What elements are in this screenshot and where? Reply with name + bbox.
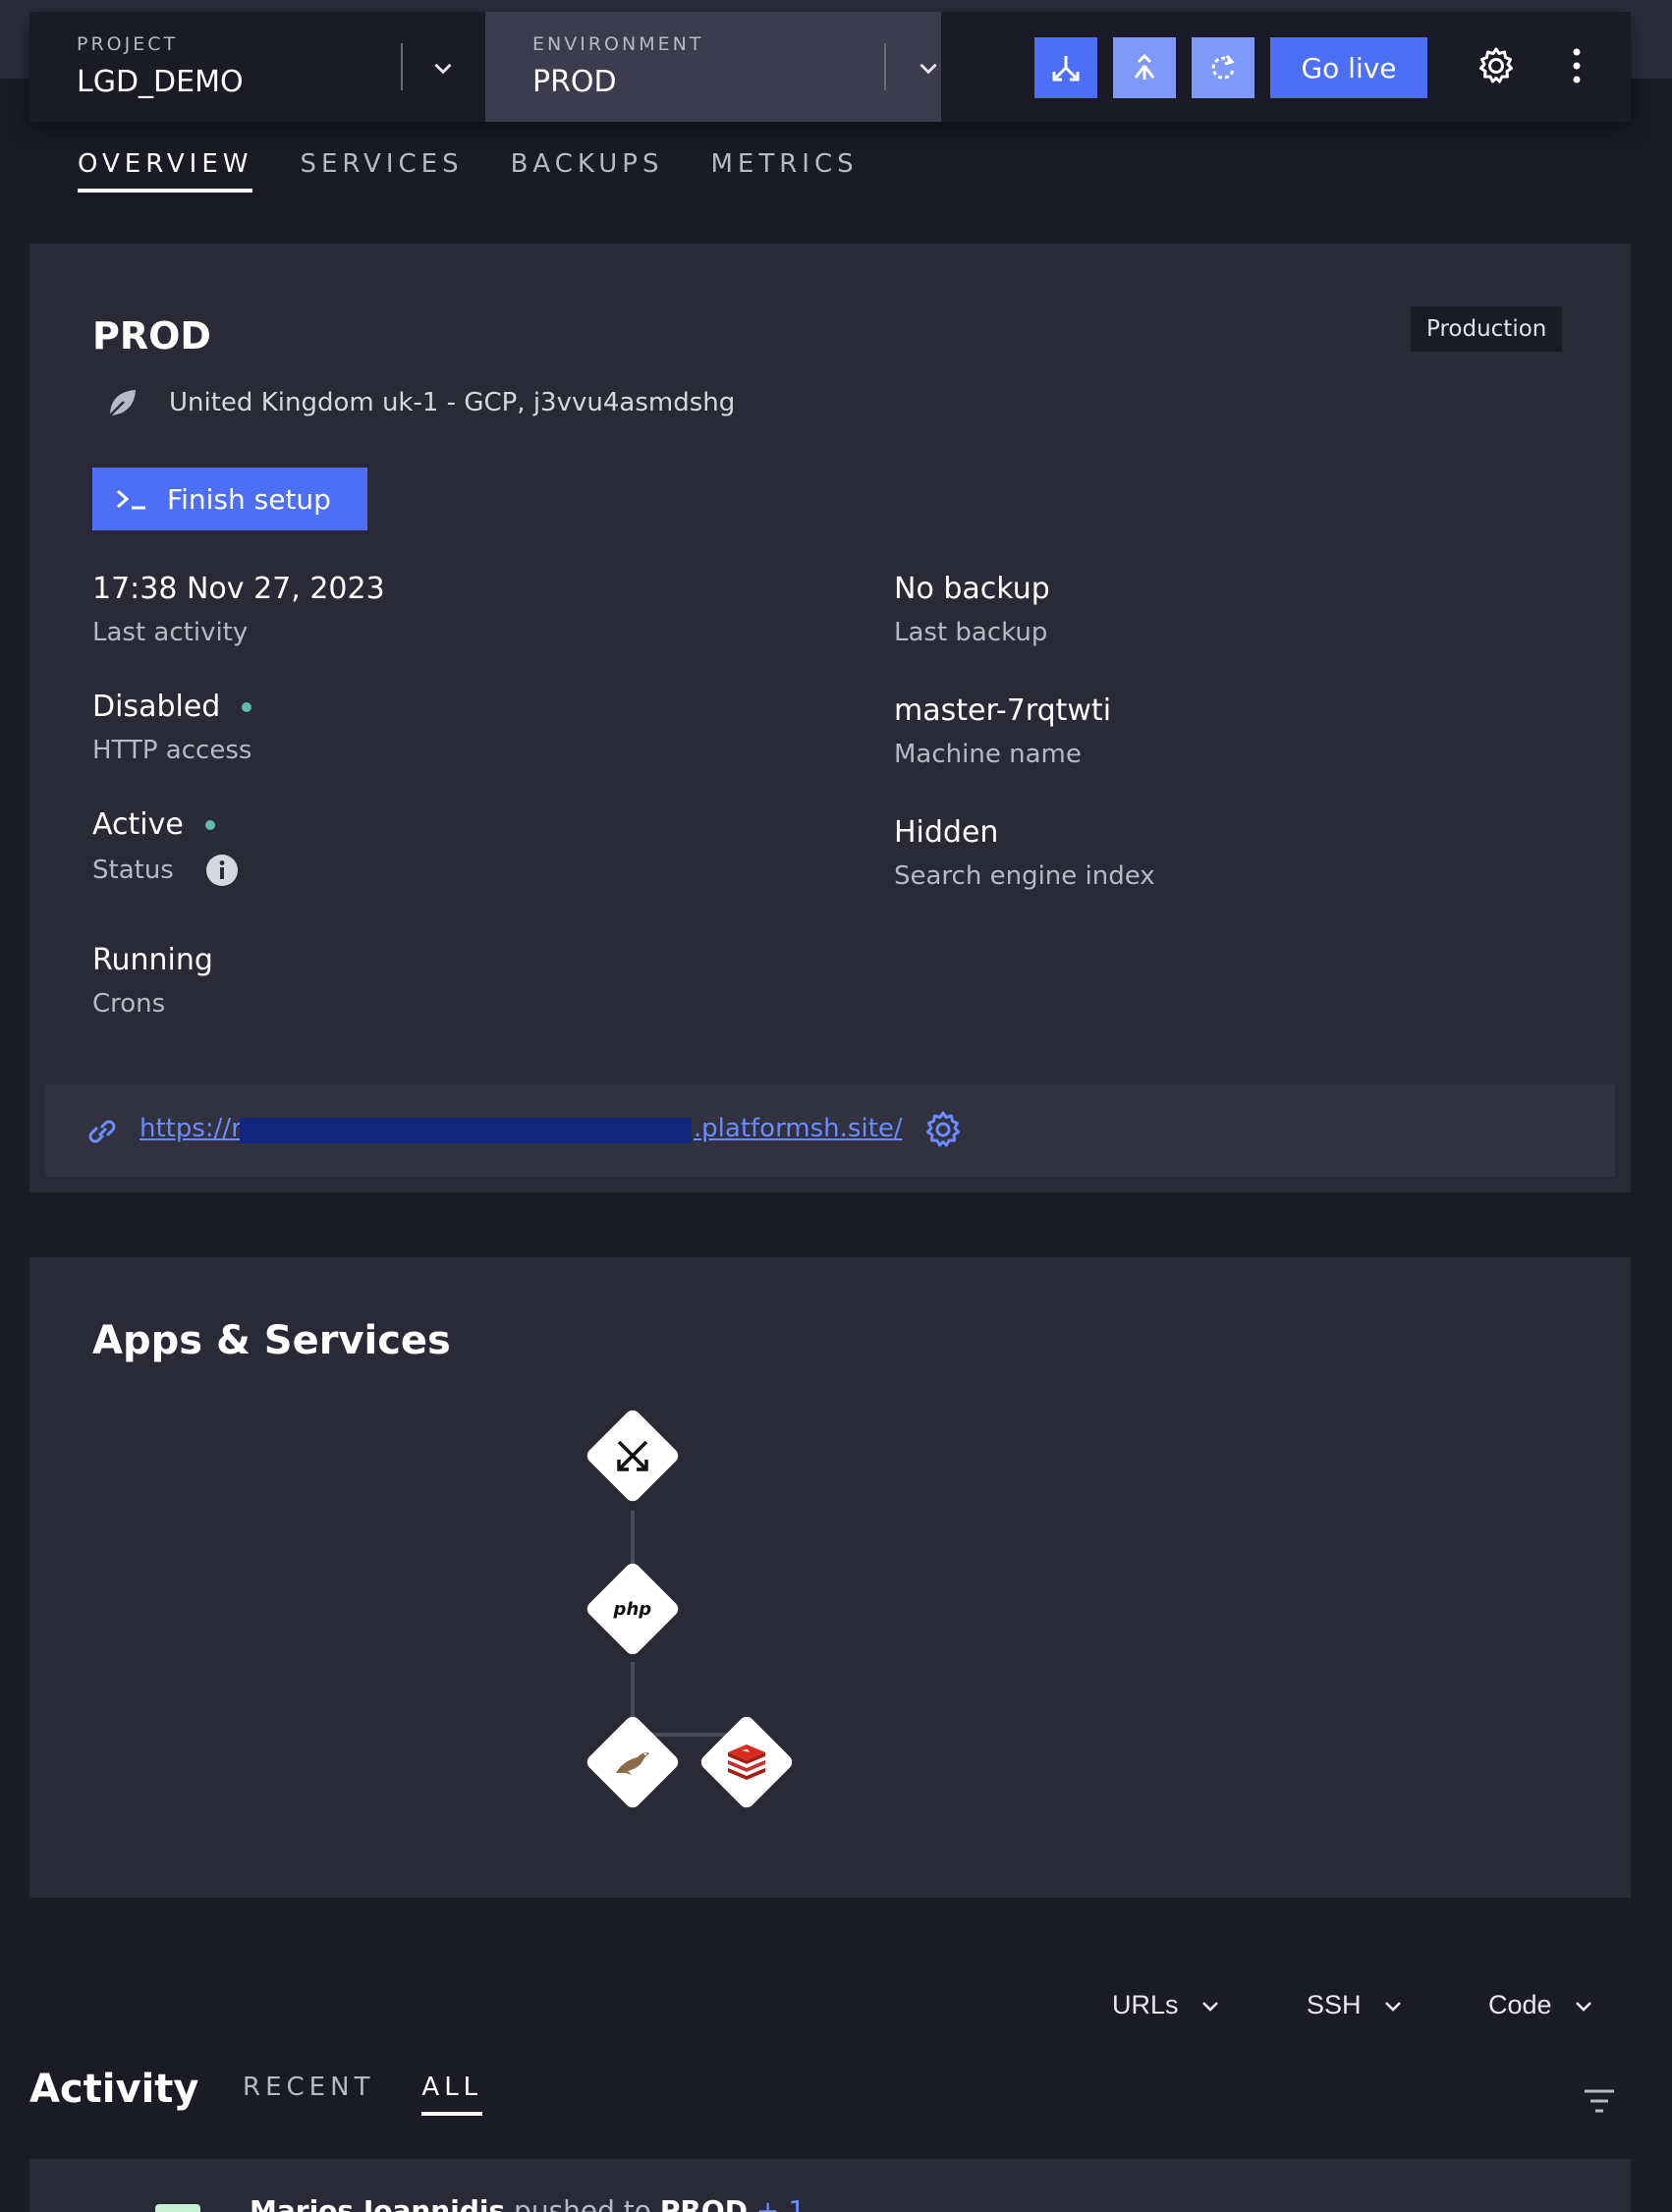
leaf-icon — [109, 390, 136, 416]
environment-selector[interactable]: ENVIRONMENT PROD — [485, 12, 941, 122]
info-value: Hidden — [894, 815, 999, 850]
environment-tabs: OVERVIEW SERVICES BACKUPS METRICS — [78, 149, 859, 193]
info-value: Disabled — [92, 690, 221, 724]
info-label: Machine name — [894, 740, 1082, 769]
link-icon — [88, 1120, 116, 1143]
region-info: United Kingdom uk-1 - GCP, j3vvu4asmdshg — [104, 385, 735, 420]
url-suffix: .platformsh.site/ — [693, 1114, 903, 1143]
environment-url-bar: https://r .platformsh.site/ — [45, 1084, 1615, 1177]
info-value: No backup — [894, 572, 1050, 606]
activity-more[interactable]: + 1 — [756, 2194, 806, 2212]
info-value: Running — [92, 943, 213, 977]
environment-label: ENVIRONMENT — [532, 33, 704, 55]
crons-info: Running Crons — [92, 943, 213, 1019]
apps-services-panel: Apps & Services php — [29, 1257, 1631, 1898]
activity-list: Marios Ioannidis pushed to PROD + 1 — [29, 2159, 1631, 2212]
info-icon[interactable] — [205, 854, 239, 887]
search-engine-info: Hidden Search engine index — [894, 815, 1155, 891]
activity-tabs: RECENT ALL — [243, 2073, 482, 2116]
finish-setup-button[interactable]: Finish setup — [92, 468, 367, 530]
tab-backups[interactable]: BACKUPS — [511, 149, 664, 193]
filter-icon[interactable] — [1582, 2086, 1617, 2116]
chevron-down-icon — [1575, 2001, 1591, 2012]
tab-services[interactable]: SERVICES — [300, 149, 463, 193]
info-value: master-7rqtwti — [894, 693, 1112, 728]
info-label: Last activity — [92, 618, 249, 647]
project-selector[interactable]: PROJECT LGD_DEMO — [29, 12, 483, 122]
mariadb-seal-icon — [616, 1752, 649, 1775]
branch-icon — [1052, 56, 1080, 82]
divider — [884, 43, 886, 90]
info-label: Search engine index — [894, 861, 1155, 891]
tab-recent[interactable]: RECENT — [243, 2073, 374, 2116]
more-options-button[interactable] — [1552, 41, 1601, 90]
ssh-dropdown[interactable]: SSH — [1307, 1990, 1405, 2020]
redaction-mask — [240, 1118, 692, 1143]
service-graph — [631, 1511, 749, 1760]
region-text: United Kingdom uk-1 - GCP, j3vvu4asmdshg — [169, 388, 736, 417]
info-label: HTTP access — [92, 736, 252, 765]
go-live-button[interactable]: Go live — [1270, 37, 1427, 98]
terminal-icon — [117, 489, 145, 510]
environment-overview-panel: PROD Production United Kingdom uk-1 - GC… — [29, 244, 1631, 1192]
merge-icon — [1134, 53, 1155, 80]
info-value: 17:38 Nov 27, 2023 — [92, 572, 385, 606]
activity-target[interactable]: PROD — [660, 2194, 748, 2212]
info-value: Active — [92, 807, 184, 842]
machine-name-info: master-7rqtwti Machine name — [894, 693, 1111, 769]
tab-overview[interactable]: OVERVIEW — [78, 149, 253, 193]
info-label: Crons — [92, 989, 166, 1019]
branch-button[interactable] — [1034, 37, 1097, 98]
sync-button[interactable] — [1192, 37, 1254, 98]
project-label: PROJECT — [77, 33, 179, 55]
activity-item[interactable]: Marios Ioannidis pushed to PROD + 1 — [250, 2194, 806, 2212]
project-name: LGD_DEMO — [77, 65, 244, 99]
activity-title: Activity — [29, 2067, 199, 2112]
activity-action: pushed to — [514, 2194, 651, 2212]
finish-setup-label: Finish setup — [167, 482, 331, 516]
http-access-info: Disabled HTTP access — [92, 690, 251, 765]
chevron-down-icon[interactable] — [916, 55, 941, 81]
environment-name: PROD — [532, 65, 617, 99]
merge-button[interactable] — [1113, 37, 1176, 98]
divider — [401, 43, 403, 90]
router-icon — [617, 1440, 648, 1471]
chevron-down-icon[interactable] — [430, 55, 456, 81]
tab-metrics[interactable]: METRICS — [710, 149, 858, 193]
gear-icon[interactable] — [921, 1108, 965, 1151]
php-icon: php — [613, 1598, 652, 1620]
info-label: Status — [92, 856, 174, 885]
sync-icon — [1211, 55, 1235, 80]
dropdown-label: Code — [1488, 1990, 1552, 2019]
urls-dropdown[interactable]: URLs — [1112, 1990, 1222, 2020]
chevron-down-icon — [1201, 2001, 1218, 2012]
settings-button[interactable] — [1472, 41, 1521, 90]
status-dot — [204, 819, 215, 830]
last-activity-info: 17:38 Nov 27, 2023 Last activity — [92, 572, 385, 647]
info-label: Last backup — [894, 618, 1048, 647]
status-dot — [242, 701, 252, 712]
tab-all[interactable]: ALL — [421, 2073, 482, 2116]
avatar — [155, 2204, 200, 2212]
last-backup-info: No backup Last backup — [894, 572, 1050, 647]
status-info: Active Status — [92, 807, 239, 887]
environment-title: PROD — [92, 314, 211, 358]
url-prefix: https://r — [139, 1114, 242, 1143]
environment-type-badge: Production — [1411, 306, 1563, 352]
header-bar: PROJECT LGD_DEMO ENVIRONMENT PROD Go liv… — [29, 12, 1631, 122]
redis-icon — [728, 1744, 765, 1780]
chevron-down-icon — [1384, 2001, 1401, 2012]
dropdown-label: SSH — [1307, 1990, 1362, 2019]
code-dropdown[interactable]: Code — [1488, 1990, 1595, 2020]
gear-icon — [1479, 47, 1513, 83]
more-vertical-icon — [1573, 48, 1581, 83]
activity-user[interactable]: Marios Ioannidis — [250, 2194, 505, 2212]
dropdown-label: URLs — [1112, 1990, 1179, 2019]
